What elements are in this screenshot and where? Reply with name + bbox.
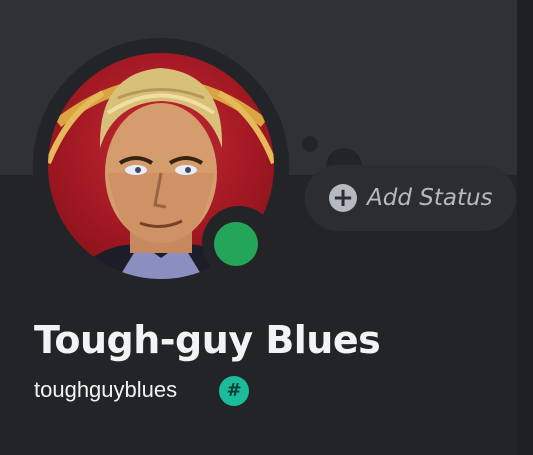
display-name: Tough-guy Blues <box>34 318 381 362</box>
username[interactable]: toughguyblues <box>34 377 177 403</box>
scrollbar-track <box>517 0 533 455</box>
add-status-label: Add Status <box>367 185 493 211</box>
hashtag-badge-icon[interactable]: # <box>219 376 249 406</box>
thought-bubble-small <box>302 136 318 152</box>
online-status-icon <box>214 222 258 266</box>
add-status-button[interactable]: + Add Status <box>305 165 516 231</box>
plus-circle-icon: + <box>329 184 357 212</box>
